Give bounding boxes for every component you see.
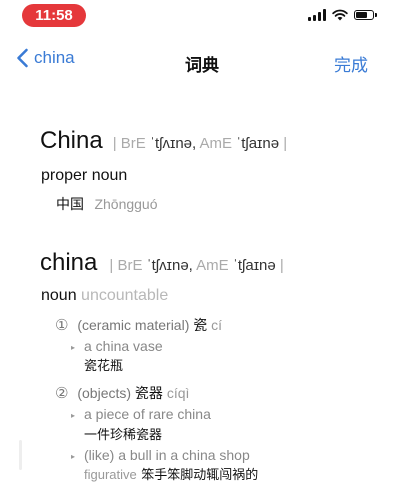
pron-ame-label: AmE	[196, 257, 229, 274]
sense-gloss: (objects)	[77, 385, 132, 401]
sense-cn: 瓷	[193, 317, 208, 333]
sense-number: ②	[55, 385, 69, 402]
example-en: a piece of rare china	[84, 406, 211, 422]
pronunciation: | BrE ˈtʃʌɪnə, AmE ˈtʃaɪnə |	[112, 135, 288, 152]
sense-pinyin: cíqì	[166, 385, 190, 401]
headword: china	[40, 249, 98, 276]
pron-ame-label: AmE	[199, 135, 233, 152]
part-of-speech: proper noun	[41, 167, 128, 184]
translation-pinyin: Zhōngguó	[94, 196, 158, 212]
example-cn-row: figurative 笨手笨脚动辄闯祸的	[84, 464, 258, 484]
wifi-icon	[332, 9, 348, 21]
pron-ame: ˈtʃaɪnə	[232, 257, 276, 274]
translation-cn: 中国	[56, 196, 84, 212]
example-cn: 瓷花瓶	[84, 358, 124, 373]
bullet-icon: ▸	[71, 343, 76, 352]
scroll-indicator[interactable]	[19, 440, 22, 470]
example-cn: 笨手笨脚动辄闯祸的	[141, 467, 259, 482]
pron-bre: ˈtʃʌɪnə,	[149, 135, 197, 152]
bullet-icon: ▸	[71, 411, 76, 420]
pos-note: uncountable	[81, 287, 169, 304]
sense-cn: 瓷器	[134, 385, 163, 401]
sense-1: ① (ceramic material) 瓷 cí	[55, 315, 222, 335]
signal-icon	[308, 9, 326, 21]
battery-icon	[354, 10, 377, 20]
status-time: 11:58	[22, 4, 86, 27]
done-button[interactable]: 完成	[334, 51, 368, 76]
pron-bre-label: BrE	[117, 257, 143, 274]
entry-china-proper: China | BrE ˈtʃʌɪnə, AmE ˈtʃaɪnə |	[40, 127, 287, 155]
entry-china-noun: china | BrE ˈtʃʌɪnə, AmE ˈtʃaɪnə |	[40, 249, 284, 277]
sense-number: ①	[55, 317, 69, 334]
sense-gloss: (ceramic material)	[77, 317, 190, 333]
pronunciation: | BrE ˈtʃʌɪnə, AmE ˈtʃaɪnə |	[109, 257, 284, 274]
translation-row: 中国 Zhōngguó	[56, 194, 158, 214]
usage-note: figurative	[84, 467, 137, 482]
sense-2: ② (objects) 瓷器 cíqì	[55, 383, 189, 403]
pron-bre-label: BrE	[120, 135, 146, 152]
example-en: a china vase	[84, 338, 163, 354]
pos-label: noun	[41, 287, 77, 304]
example-cn: 一件珍稀瓷器	[84, 427, 163, 442]
example-en: (like) a bull in a china shop	[84, 447, 250, 463]
sense-pinyin: cí	[211, 317, 223, 333]
headword: China	[40, 127, 103, 154]
part-of-speech: noun uncountable	[41, 287, 168, 305]
pron-bre: ˈtʃʌɪnə,	[146, 257, 193, 274]
status-icons	[308, 9, 377, 21]
bullet-icon: ▸	[71, 452, 76, 461]
pron-ame: ˈtʃaɪnə	[236, 135, 280, 152]
